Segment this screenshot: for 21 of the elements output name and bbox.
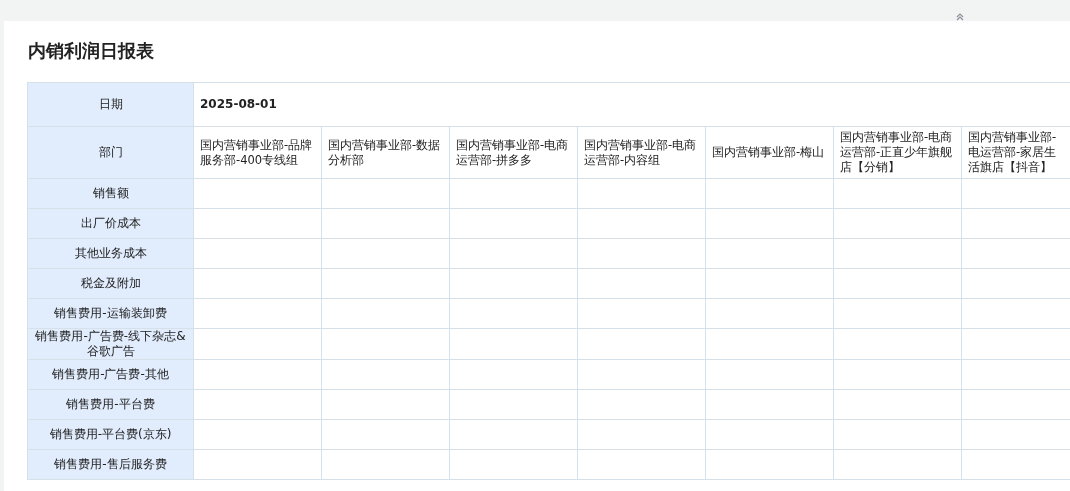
row-header: 销售费用-平台费(京东) (27, 419, 194, 450)
collapse-up-icon[interactable] (956, 13, 964, 21)
row-header: 日期 (27, 82, 194, 127)
row-header: 销售费用-广告费-其他 (27, 359, 194, 390)
row-header: 其他业务成本 (27, 238, 194, 269)
row-header: 出厂价成本 (27, 208, 194, 239)
row-header: 部门 (27, 126, 194, 179)
row-header: 销售费用-广告费-线下杂志&谷歌广告 (27, 328, 194, 360)
date-value: 2025-08-01 (193, 82, 1070, 127)
row-header: 税金及附加 (27, 268, 194, 299)
report-title: 内销利润日报表 (27, 39, 155, 63)
column-header: 国内营销事业部-电商运营部-拼多多 (449, 126, 578, 179)
row-header: 销售费用-平台费 (27, 389, 194, 420)
column-header: 国内营销事业部-数据分析部 (321, 126, 450, 179)
column-header: 国内营销事业部-电商运营部-内容组 (577, 126, 706, 179)
row-header: 销售费用-售后服务费 (27, 449, 194, 480)
column-header: 国内营销事业部-品牌服务部-400专线组 (193, 126, 322, 179)
row-header: 销售费用-运输装卸费 (27, 298, 194, 329)
column-header: 国内营销事业部-电商运营部-正直少年旗舰店【分销】 (833, 126, 962, 179)
row-header: 销售额 (27, 178, 194, 209)
column-header: 国内营销事业部-梅山 (705, 126, 834, 179)
